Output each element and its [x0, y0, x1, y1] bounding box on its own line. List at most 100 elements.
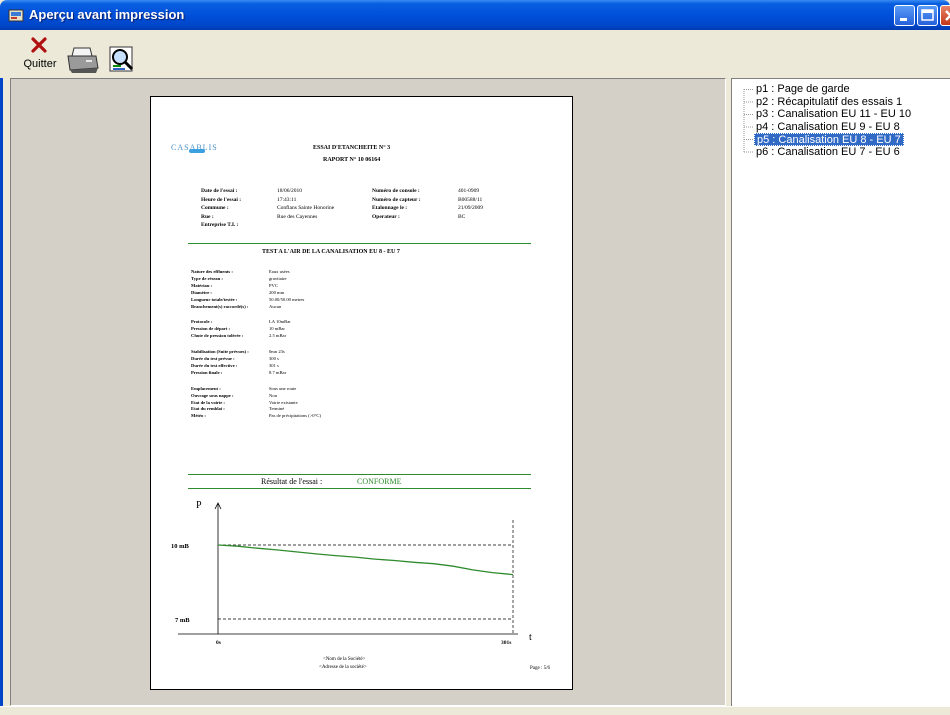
info-right-value: 401-0909 — [458, 188, 480, 194]
print-button[interactable] — [66, 32, 102, 76]
info-left-value: Rue des Cayennes — [277, 213, 318, 220]
x-axis-label: t — [529, 632, 532, 643]
param-value: 8.7 mBar — [269, 369, 287, 375]
param-label: Stabilisation (Suite prévues) : — [191, 349, 249, 355]
print-preview-window: Aperçu avant impression Quitter CASABLIS… — [0, 0, 950, 715]
printer-icon — [67, 47, 99, 73]
param-label: Emplacement : — [191, 385, 221, 391]
param-value: 2.5 mBar — [269, 333, 287, 339]
param-label: Protocole : — [191, 319, 213, 325]
info-left-label: Commune : — [201, 205, 229, 211]
tree-item-p1[interactable]: p1 : Page de garde — [754, 83, 852, 96]
zoom-button[interactable] — [108, 32, 138, 76]
result-value: CONFORME — [357, 477, 402, 486]
param-label: Diamètre : — [191, 289, 212, 295]
param-value: Pas de précipitations (>0°C) — [269, 413, 322, 419]
minimize-button[interactable] — [894, 5, 915, 26]
app-icon — [8, 9, 24, 22]
param-value: 301 s — [269, 362, 279, 368]
info-left-label: Date de l'essai : — [201, 188, 238, 194]
info-left-label: Heure de l'essai : — [201, 196, 242, 203]
info-left-value: Conflans Sainte Honorine — [277, 205, 335, 211]
param-label: Longueur totale/testée : — [191, 296, 238, 302]
maximize-button[interactable] — [917, 5, 938, 26]
param-label: Pression de départ : — [191, 326, 231, 332]
pressure-chart: Pt 10 mB 7 mB 0s 301s — [171, 500, 532, 646]
param-value: 50.00/50.00 metres — [269, 296, 305, 302]
red-x-icon — [31, 37, 47, 53]
tree-item-p5[interactable]: p5 : Canalisation EU 8 - EU 7 — [754, 133, 904, 146]
x-tick-label: 301s — [501, 640, 511, 646]
report-header-line1: ESSAI D'ETANCHEITE N° 3 — [313, 145, 391, 151]
param-value: 10 mBar — [269, 326, 285, 332]
info-left-label: Rue : — [201, 213, 214, 220]
logo-mark — [189, 149, 205, 153]
info-left-value: 17:43:11 — [277, 196, 297, 203]
tree-item-p6[interactable]: p6 : Canalisation EU 7 - EU 6 — [754, 146, 902, 159]
close-button[interactable] — [940, 5, 950, 26]
window-frame-left — [0, 30, 3, 715]
x-tick-label: 0s — [216, 640, 221, 646]
param-label: Chute de pression tolérée : — [191, 333, 244, 339]
tree-item-p2[interactable]: p2 : Récapitulatif des essais 1 — [754, 96, 904, 109]
param-label: Pression finale : — [191, 369, 223, 375]
param-label: Météo : — [191, 413, 206, 419]
footer-address: <Adresse de la société> — [319, 665, 367, 670]
zoom-icon — [109, 46, 134, 72]
info-right-value: B00588/11 — [458, 196, 483, 203]
param-value: PVC — [269, 282, 278, 288]
param-label: Type de réseau : — [191, 275, 223, 281]
info-left-value: 18/06/2010 — [277, 188, 303, 194]
maximize-icon — [921, 9, 934, 21]
param-value: Voirie existante — [269, 399, 298, 405]
param-value: Sous une route — [269, 385, 297, 391]
page-number: Page : 5/6 — [530, 666, 550, 671]
info-right-label: Numéro de capteur : — [372, 196, 421, 203]
status-bar — [0, 706, 950, 715]
minimize-icon — [900, 18, 907, 21]
footer-company: <Nom de la Société> — [323, 657, 366, 662]
title-bar[interactable]: Aperçu avant impression — [0, 0, 950, 30]
param-value: Aucun — [269, 303, 282, 309]
pressure-series-line — [217, 544, 514, 576]
param-value: Eaux usées — [269, 269, 290, 274]
param-value: 200 mm — [269, 289, 285, 295]
quit-label: Quitter — [23, 58, 57, 70]
param-label: Etat du remblai : — [191, 406, 225, 412]
toolbar: Quitter — [0, 30, 950, 78]
divider-line — [188, 243, 531, 244]
info-right-label: Numéro de console : — [372, 188, 420, 194]
close-icon — [945, 10, 950, 21]
info-left-label: Entreprise T.I. : — [201, 222, 239, 228]
param-value: Non — [269, 392, 277, 398]
param-label: Durée du test effective : — [191, 362, 238, 368]
param-label: Nature des effluents : — [191, 269, 233, 274]
tree-item-p4[interactable]: p4 : Canalisation EU 9 - EU 8 — [754, 121, 902, 134]
y-axis-label: P — [196, 500, 202, 511]
divider-line — [188, 488, 531, 489]
param-value: 0mn 23s — [269, 349, 285, 355]
window-title: Aperçu avant impression — [29, 7, 185, 22]
param-value: LA 10mBar — [269, 319, 291, 325]
section-title: TEST A L'AIR DE LA CANALISATION EU 8 - E… — [262, 249, 400, 255]
param-value: Terminé — [269, 406, 285, 412]
info-right-value: BC — [458, 213, 466, 220]
param-label: Branchement(s) raccordé(s) : — [191, 303, 249, 309]
divider-line — [188, 474, 531, 475]
preview-page: CASABLIS ESSAI D'ETANCHEITE N° 3 RAPORT … — [150, 96, 573, 690]
info-right-label: Etalonnage le : — [372, 205, 408, 211]
param-value: gravitaire — [269, 275, 287, 281]
report-header-line2: RAPORT N° 10 06164 — [323, 157, 381, 163]
param-label: Durée du test prévue : — [191, 356, 235, 361]
param-label: Ouvrage sous nappe : — [191, 392, 234, 398]
quit-button[interactable]: Quitter — [18, 32, 62, 76]
param-value: 300 s — [269, 356, 279, 361]
y-tick-label: 7 mB — [175, 617, 190, 624]
y-tick-label: 10 mB — [171, 543, 190, 550]
param-label: Matériau : — [191, 282, 213, 288]
tree-item-p3[interactable]: p3 : Canalisation EU 11 - EU 10 — [754, 108, 913, 121]
page-tree-panel[interactable]: p1 : Page de garde p2 : Récapitulatif des… — [731, 78, 950, 706]
info-right-label: Operateur : — [372, 213, 400, 220]
param-label: Etat de la voirie : — [191, 399, 225, 405]
result-label: Résultat de l'essai : — [261, 477, 323, 486]
